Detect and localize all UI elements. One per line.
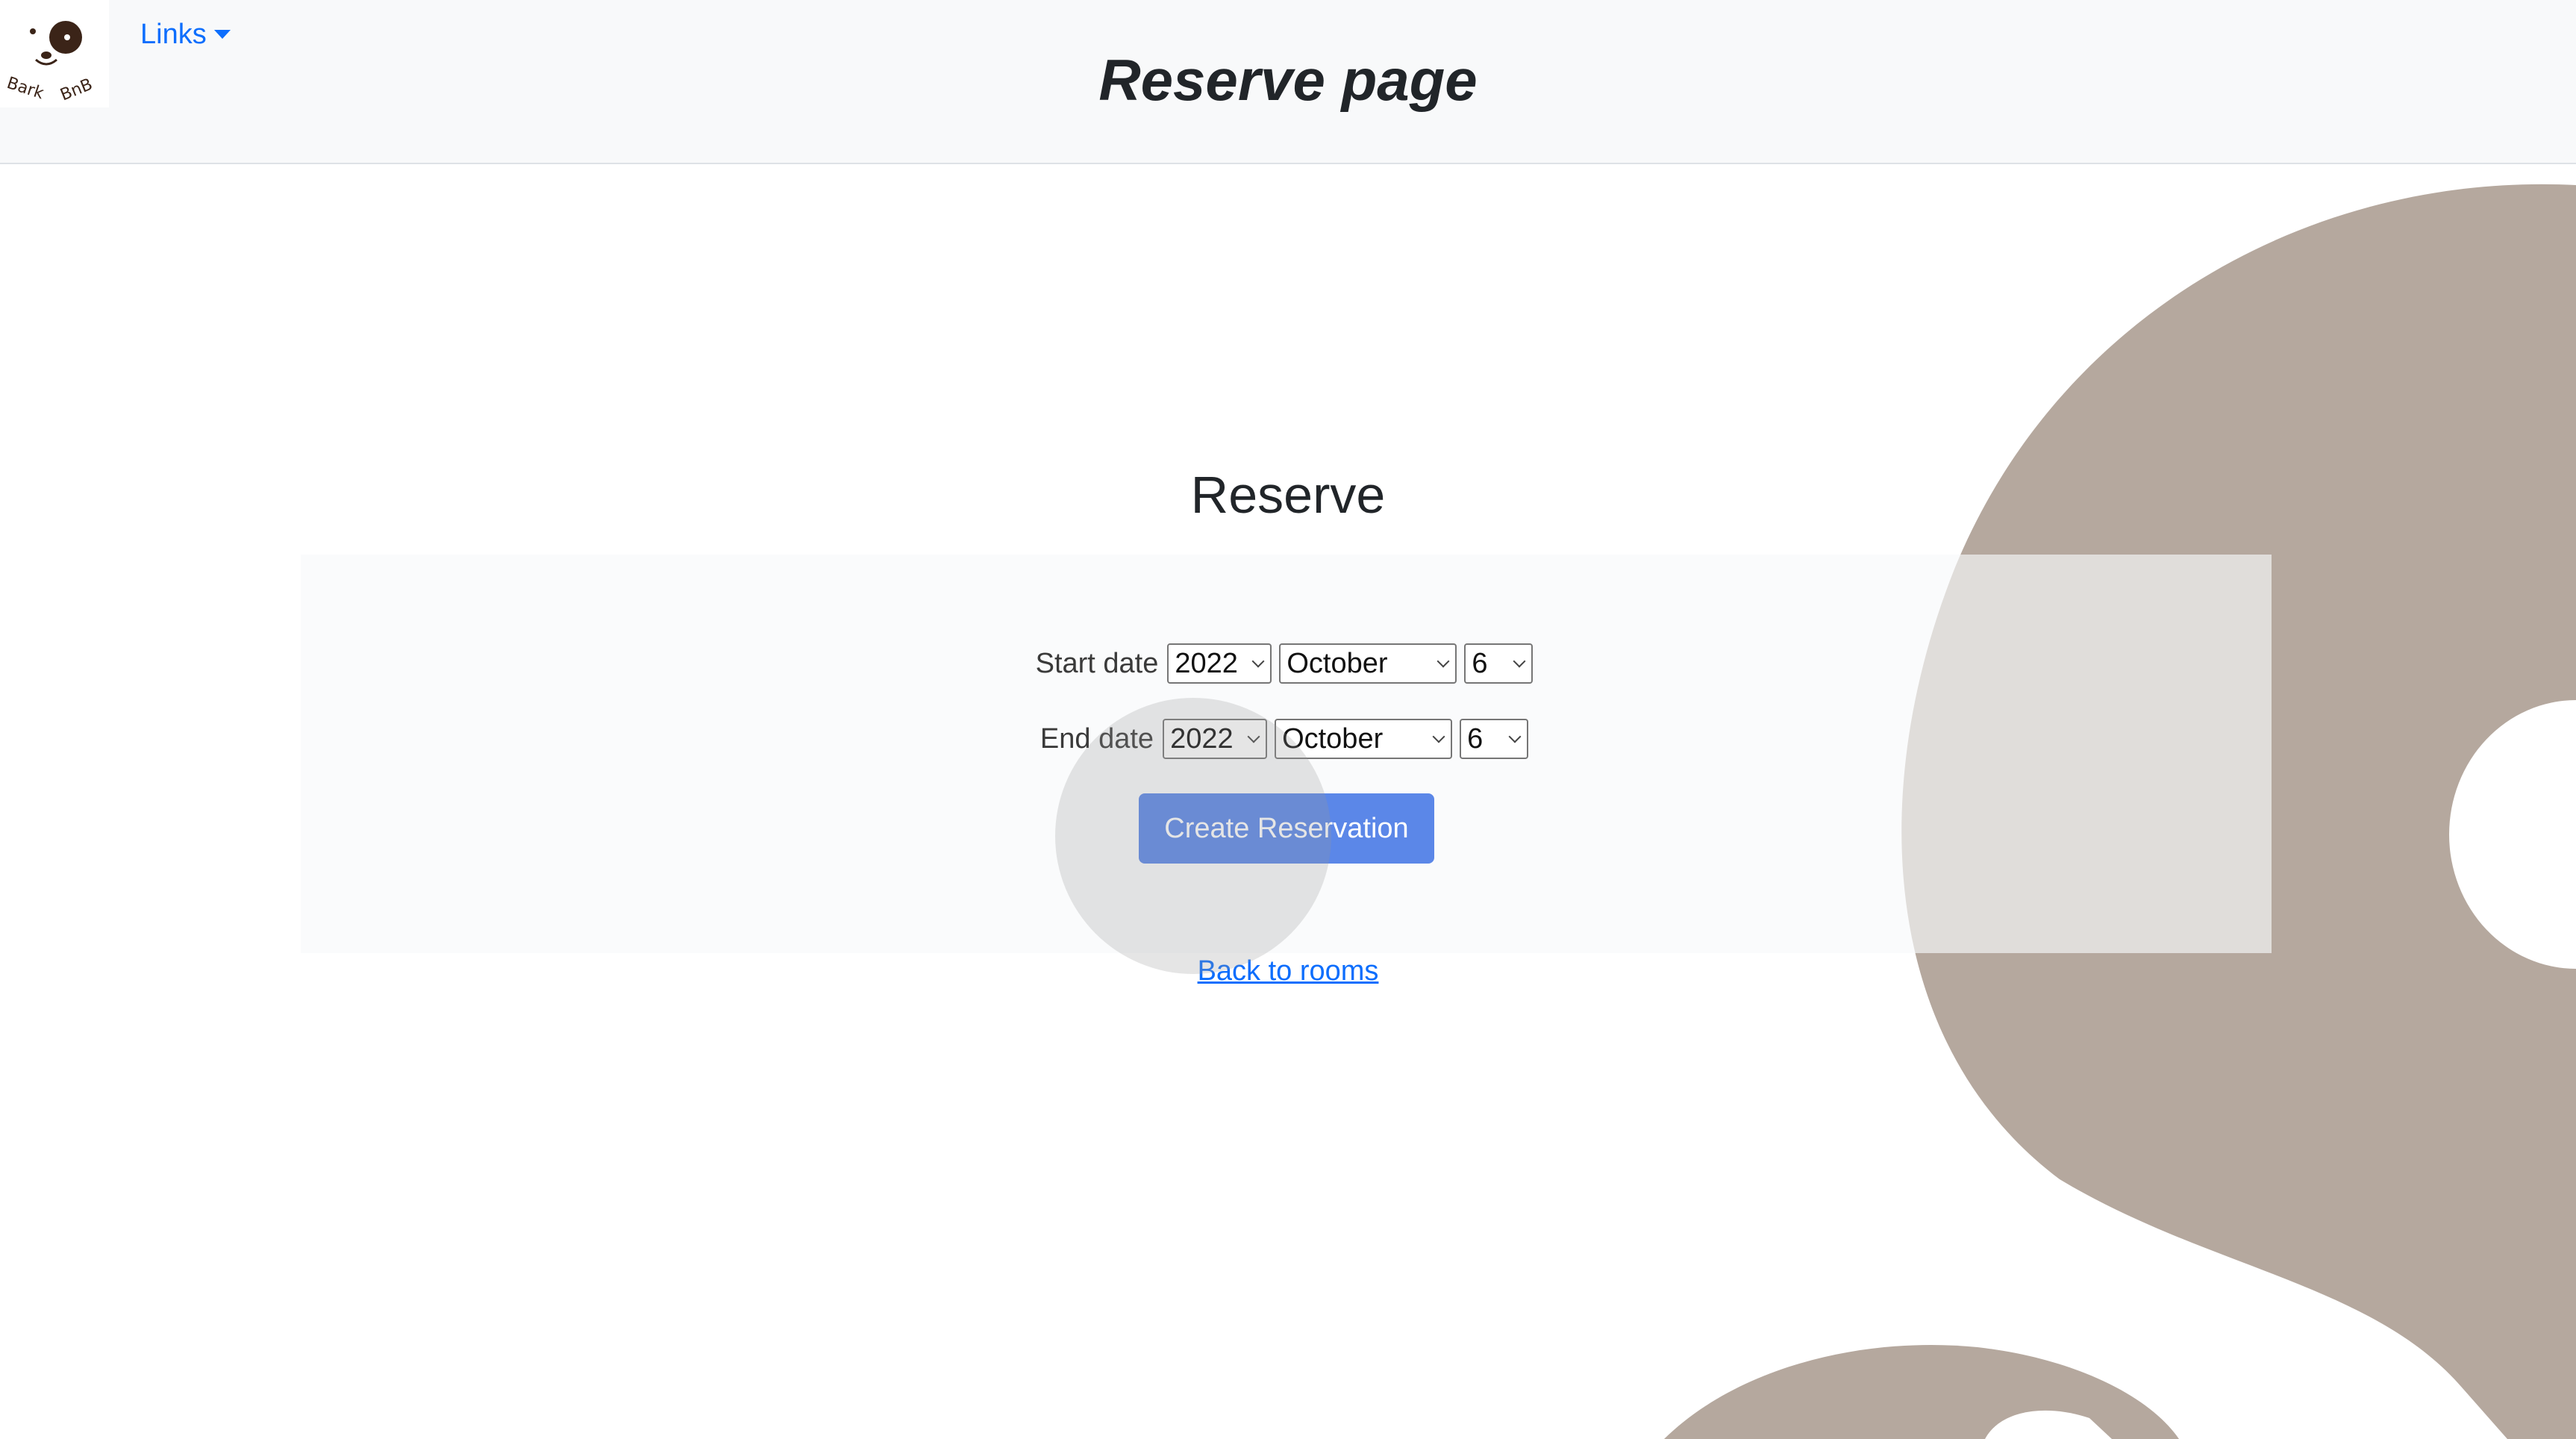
end-day-value: 6 (1467, 722, 1484, 755)
start-day-select[interactable]: 6 (1464, 643, 1534, 684)
back-link-container: Back to rooms (0, 955, 2576, 987)
end-date-label: End date (1040, 722, 1154, 755)
chevron-down-icon (1432, 730, 1445, 743)
back-to-rooms-link[interactable]: Back to rooms (1198, 955, 1379, 987)
end-year-value: 2022 (1170, 722, 1234, 755)
start-year-select[interactable]: 2022 (1167, 643, 1272, 684)
chevron-down-icon (1437, 655, 1450, 668)
page-title: Reserve page (1098, 47, 1478, 113)
start-day-value: 6 (1472, 647, 1488, 679)
start-month-value: October (1287, 647, 1388, 679)
chevron-down-icon (1251, 655, 1265, 668)
start-date-label: Start date (1035, 647, 1159, 679)
start-year-value: 2022 (1175, 647, 1238, 679)
top-navbar: Bark BnB Links Reserve page (0, 0, 2576, 164)
reserve-heading: Reserve (1190, 466, 1386, 524)
start-month-select[interactable]: October (1279, 643, 1457, 684)
end-month-select[interactable]: October (1275, 719, 1453, 759)
start-date-row: Start date 2022 October 6 (0, 643, 2576, 684)
end-day-select[interactable]: 6 (1460, 719, 1529, 759)
end-year-select[interactable]: 2022 (1163, 719, 1268, 759)
chevron-down-icon (1508, 730, 1522, 743)
chevron-down-icon (1247, 730, 1260, 743)
end-month-value: October (1282, 722, 1384, 755)
chevron-down-icon (1513, 655, 1526, 668)
caret-down-icon (213, 30, 231, 39)
create-reservation-button[interactable]: Create Reservation (1139, 793, 1434, 864)
end-date-row: End date 2022 October 6 (0, 719, 2576, 759)
